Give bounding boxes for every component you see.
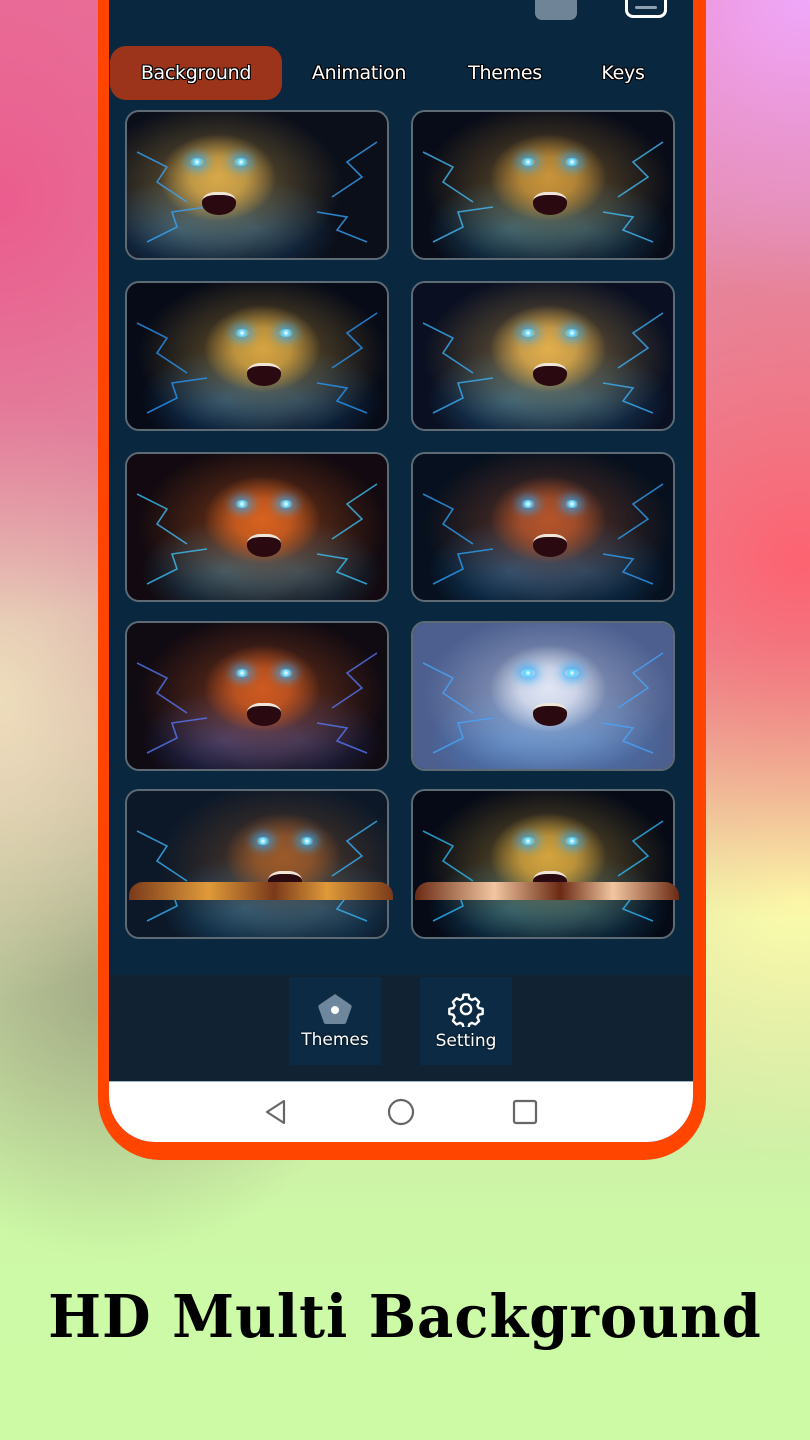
- lightning-decoration: [422, 820, 664, 922]
- background-tile-partial[interactable]: [129, 882, 393, 900]
- lightning-decoration: [136, 141, 378, 243]
- font-size-icon: Tr: [544, 0, 568, 2]
- system-navigation-bar: [109, 1081, 693, 1142]
- lightning-decoration: [422, 652, 664, 754]
- nav-setting-label: Setting: [435, 1031, 497, 1051]
- background-tile[interactable]: [411, 621, 675, 771]
- lightning-decoration: [422, 141, 664, 243]
- lightning-decoration: [136, 483, 378, 585]
- pentagon-icon: [318, 994, 352, 1024]
- lightning-decoration: [422, 483, 664, 585]
- lightning-decoration: [136, 652, 378, 754]
- nav-themes-label: Themes: [301, 1030, 369, 1050]
- background-tile[interactable]: [411, 110, 675, 260]
- recent-apps-icon[interactable]: [511, 1098, 539, 1126]
- gear-icon: [448, 993, 484, 1027]
- font-size-button[interactable]: Tr: [535, 0, 577, 20]
- tab-background[interactable]: Background: [110, 46, 282, 100]
- tab-keys[interactable]: Keys: [591, 46, 655, 100]
- home-icon[interactable]: [387, 1098, 415, 1126]
- background-tile[interactable]: [411, 789, 675, 939]
- category-tabs: Background Animation Themes Keys: [109, 46, 693, 100]
- nav-setting[interactable]: Setting: [420, 977, 512, 1065]
- background-tile[interactable]: [125, 789, 389, 939]
- phone-screen: My Photo Keyboard Tr Background Animatio…: [109, 0, 693, 1142]
- background-tile[interactable]: [125, 110, 389, 260]
- phone-frame: My Photo Keyboard Tr Background Animatio…: [98, 0, 706, 1160]
- lightning-decoration: [136, 820, 378, 922]
- tab-animation[interactable]: Animation: [299, 46, 419, 100]
- background-tile-partial[interactable]: [415, 882, 679, 900]
- keyboard-icon: [635, 6, 657, 9]
- keyboard-button[interactable]: [625, 0, 667, 18]
- background-tile[interactable]: [411, 281, 675, 431]
- background-tile[interactable]: [125, 621, 389, 771]
- background-tile[interactable]: [125, 281, 389, 431]
- lightning-decoration: [136, 312, 378, 414]
- nav-themes[interactable]: Themes: [289, 977, 381, 1065]
- background-tile[interactable]: [411, 452, 675, 602]
- bottom-navigation: Themes Setting: [109, 975, 693, 1083]
- back-icon[interactable]: [262, 1098, 290, 1126]
- promo-caption: HD Multi Background: [48, 1282, 762, 1352]
- background-tile[interactable]: [125, 452, 389, 602]
- tab-themes[interactable]: Themes: [453, 46, 557, 100]
- lightning-decoration: [422, 312, 664, 414]
